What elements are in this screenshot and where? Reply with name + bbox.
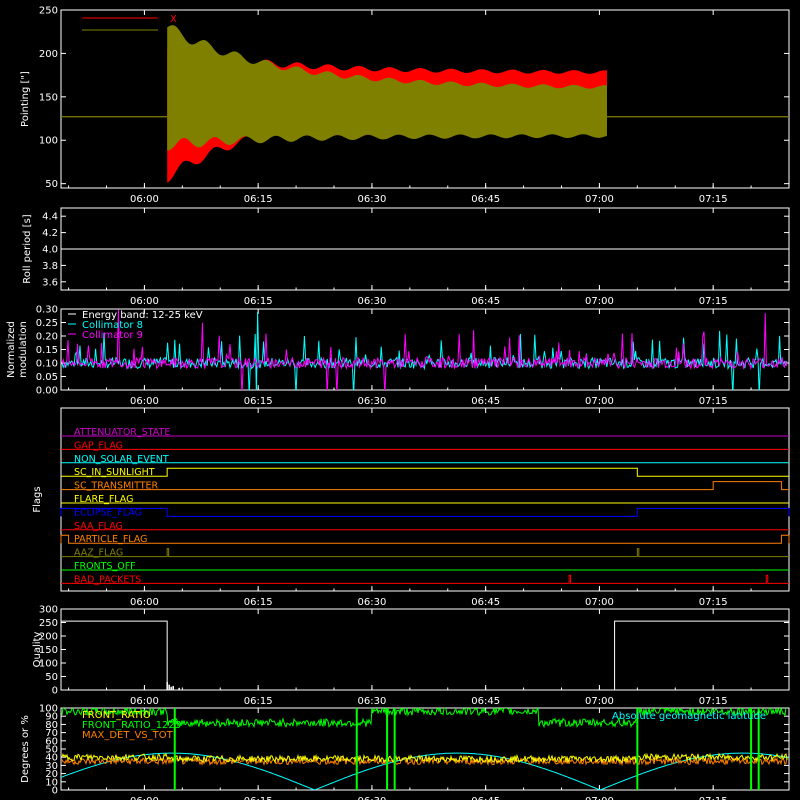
y-tick-label: 4.4 bbox=[42, 212, 58, 223]
series-collimator-8 bbox=[61, 311, 788, 390]
x-tick-label: 06:30 bbox=[358, 597, 387, 608]
panel-flags: 06:00 06:15 06:30 06:45 07:00 07:15FlagsATTEN… bbox=[32, 407, 790, 608]
y-tick-label: 300 bbox=[39, 605, 58, 616]
x-tick-label: 06:30 bbox=[358, 396, 387, 407]
x-tick-label: 06:30 bbox=[358, 194, 387, 205]
x-tick-label: 06:30 bbox=[358, 296, 387, 307]
x-tick-label: 07:00 bbox=[585, 296, 614, 307]
y-tick-label: 0.25 bbox=[36, 318, 58, 329]
x-tick-label: 06:45 bbox=[471, 396, 500, 407]
flag-label: ECLIPSE_FLAG bbox=[74, 507, 142, 518]
y-tick-label: 250 bbox=[39, 6, 58, 17]
y-axis-label: Normalized bbox=[6, 321, 17, 378]
y-tick-label: 4.0 bbox=[42, 245, 58, 256]
y-tick-label: 3.6 bbox=[42, 277, 58, 288]
quality-line bbox=[60, 620, 168, 690]
y-tick-label: 0.20 bbox=[36, 332, 58, 343]
x-tick-label: 06:00 bbox=[130, 597, 159, 608]
panel-quality: 06:00 06:15 06:30 06:45 07:00 07:150501001502… bbox=[32, 605, 790, 707]
x-tick-label: 07:15 bbox=[699, 396, 728, 407]
y-tick-label: 50 bbox=[45, 179, 58, 190]
y-tick-label: 0.05 bbox=[36, 372, 58, 383]
y-tick-label: 0.30 bbox=[36, 305, 58, 316]
plot-frame bbox=[60, 308, 790, 391]
multi-panel-chart: 06:00 06:15 06:30 06:45 07:00 07:15 50 100 150 20… bbox=[6, 6, 790, 800]
y-tick-label: 150 bbox=[39, 92, 58, 103]
x-tick-label: 06:00 bbox=[130, 194, 159, 205]
y-tick-label: 250 bbox=[39, 618, 58, 629]
x-tick-label: 06:15 bbox=[244, 296, 273, 307]
x-tick-label: 06:00 bbox=[130, 396, 159, 407]
x-tick-label: 06:15 bbox=[244, 396, 273, 407]
y-tick-label: 0 bbox=[52, 686, 58, 697]
x-tick-label: 07:00 bbox=[585, 696, 614, 707]
y-axis-label: Quality bbox=[32, 632, 43, 668]
x-tick-label: 07:00 bbox=[585, 597, 614, 608]
x-tick-label: 06:00 bbox=[130, 796, 159, 800]
panel-modulation: 06:00 06:15 06:30 06:45 07:00 07:15 0.00 0.05 0.… bbox=[6, 305, 790, 407]
legend-label: Collimator 9 bbox=[82, 330, 143, 341]
flag-line bbox=[61, 574, 789, 584]
x-tick-label: 06:15 bbox=[244, 696, 273, 707]
y-axis-label: Degrees or % bbox=[20, 715, 31, 783]
x-tick-label: 06:45 bbox=[471, 194, 500, 205]
flag-line bbox=[61, 467, 789, 477]
x-tick-label: 07:15 bbox=[699, 796, 728, 800]
y-tick-label: 100 bbox=[39, 704, 58, 715]
x-tick-label: 06:45 bbox=[471, 796, 500, 800]
y-axis-label: Pointing ["] bbox=[20, 71, 31, 127]
x-tick-label: 06:30 bbox=[358, 796, 387, 800]
panel-roll: 06:00 06:15 06:30 06:45 07:00 07:15 3.6 3.8 4.0 4… bbox=[22, 207, 790, 307]
flag-line bbox=[60, 507, 790, 517]
x-tick-label: 06:15 bbox=[244, 597, 273, 608]
x-tick-label: 06:45 bbox=[471, 696, 500, 707]
x-tick-label: 07:00 bbox=[585, 194, 614, 205]
flag-line bbox=[61, 548, 789, 558]
x-tick-label: 07:15 bbox=[699, 597, 728, 608]
series-collimator-9 bbox=[61, 309, 788, 390]
x-tick-label: 07:00 bbox=[585, 396, 614, 407]
x-tick-label: 07:15 bbox=[699, 296, 728, 307]
x-tick-label: 06:45 bbox=[471, 296, 500, 307]
legend-label: Y bbox=[169, 26, 177, 37]
y-tick-label: 50 bbox=[45, 672, 58, 683]
y-tick-label: 200 bbox=[39, 49, 58, 60]
y-tick-label: 0.00 bbox=[36, 386, 58, 397]
y-tick-label: 0.15 bbox=[36, 345, 58, 356]
x-tick-label: 06:15 bbox=[244, 194, 273, 205]
y-axis-label: Flags bbox=[32, 486, 43, 512]
x-tick-label: 06:15 bbox=[244, 796, 273, 800]
y-axis-label: Roll period [s] bbox=[22, 214, 33, 283]
x-tick-label: 06:30 bbox=[358, 696, 387, 707]
y-tick-label: 100 bbox=[39, 136, 58, 147]
x-tick-label: 07:15 bbox=[699, 696, 728, 707]
x-tick-label: 06:00 bbox=[130, 696, 159, 707]
flag-line bbox=[60, 534, 790, 544]
flag-line bbox=[61, 481, 789, 491]
x-tick-label: 07:00 bbox=[585, 796, 614, 800]
x-tick-label: 07:15 bbox=[699, 194, 728, 205]
x-tick-label: 06:00 bbox=[130, 296, 159, 307]
panel-pointing: 06:00 06:15 06:30 06:45 07:00 07:15 50 100 150 20… bbox=[20, 6, 790, 205]
x-tick-label: 06:45 bbox=[471, 597, 500, 608]
quality-line bbox=[614, 620, 790, 690]
y-tick-label: 4.2 bbox=[42, 228, 58, 239]
y-axis-label: modulation bbox=[18, 321, 29, 378]
legend-label: Absolute geomagnetic latitude bbox=[612, 711, 766, 722]
y-tick-label: 3.8 bbox=[42, 261, 58, 272]
panel-ratios: 06:0006:1506:3006:4507:0007:150102030405… bbox=[20, 704, 790, 800]
series-y-band bbox=[167, 25, 607, 151]
legend-label: X bbox=[170, 14, 177, 25]
y-tick-label: 0.10 bbox=[36, 359, 58, 370]
legend-label: MAX_DET_VS_TOT bbox=[82, 730, 174, 741]
